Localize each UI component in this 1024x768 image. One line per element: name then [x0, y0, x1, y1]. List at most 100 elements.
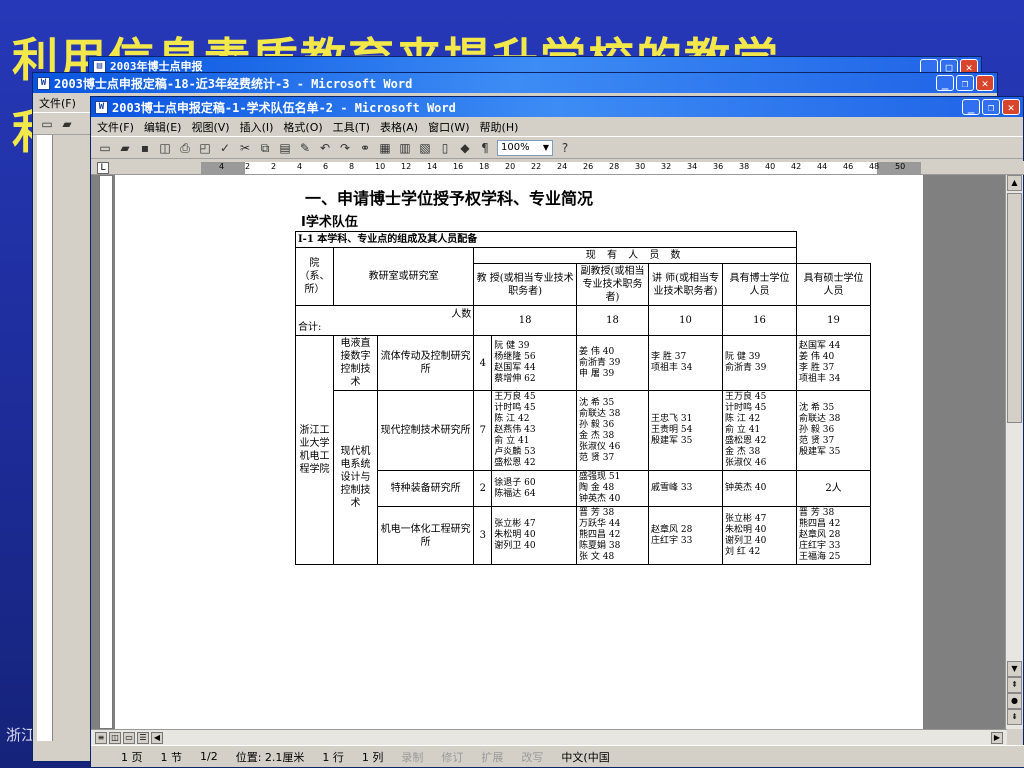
status-rec[interactable]: 录制	[401, 749, 423, 765]
header-master: 具有硕士学位人员	[796, 263, 871, 306]
select-browse-icon[interactable]: ●	[1007, 693, 1022, 709]
excel-icon[interactable]: ▧	[417, 140, 433, 156]
scroll-left-icon[interactable]: ◀	[151, 732, 163, 744]
cut-icon[interactable]: ✂	[237, 140, 253, 156]
phd-names: 王万良 45 计时鸣 45 陈 江 42 俞 立 41 盛松恩 42 金 杰 3…	[722, 390, 797, 471]
prev-page-icon[interactable]: ⇞	[1007, 677, 1022, 693]
word-doc-icon: W	[95, 100, 108, 114]
ruler-tick: 24	[557, 162, 568, 171]
middle-vertical-ruler	[37, 135, 53, 741]
document-page[interactable]: 一、申请博士学位授予权学科、专业简况 Ⅰ学术队伍 Ⅰ-1 本学科、专业点的组成及…	[115, 175, 923, 729]
permission-icon[interactable]: ◫	[157, 140, 173, 156]
total-phd: 16	[722, 305, 797, 336]
window-middle-titlebar[interactable]: W 2003博士点申报定稿-18-近3年经费统计-3 - Microsoft W…	[33, 73, 997, 93]
header-lab: 教研室或研究室	[332, 247, 475, 306]
prof-count: 3	[473, 506, 493, 565]
status-language[interactable]: 中文(中国	[561, 749, 609, 765]
menu-item[interactable]: 格式(O)	[283, 119, 322, 135]
help-icon[interactable]: ?	[557, 140, 573, 156]
columns-icon[interactable]: ▯	[437, 140, 453, 156]
show-hide-icon[interactable]: ¶	[477, 140, 493, 156]
menu-item[interactable]: 插入(I)	[240, 119, 274, 135]
status-bar: 1 页 1 节 1/2 位置: 2.1厘米 1 行 1 列 录制 修订 扩展 改…	[91, 745, 1024, 767]
normal-view-icon[interactable]: ≡	[95, 732, 107, 744]
staff-table[interactable]: Ⅰ-1 本学科、专业点的组成及其人员配备 院（系、所） 教研室或研究室 现 有 …	[294, 231, 871, 565]
document-area[interactable]: 一、申请博士学位授予权学科、专业简况 Ⅰ学术队伍 Ⅰ-1 本学科、专业点的组成及…	[91, 175, 1007, 729]
menu-item[interactable]: 表格(A)	[380, 119, 418, 135]
horizontal-scrollbar[interactable]: ≡ ◫ ▭ ☰ ◀ ▶	[91, 729, 1007, 745]
restore-button[interactable]: ❐	[956, 75, 974, 91]
redo-icon[interactable]: ↷	[337, 140, 353, 156]
table-row: 机电一体化工程研究所 3 张立彬 47 朱松明 40 谢列卫 40 晋 芳 38…	[296, 506, 871, 565]
minimize-button[interactable]: _	[936, 75, 954, 91]
scroll-down-icon[interactable]: ▼	[1007, 661, 1022, 677]
status-ext[interactable]: 扩展	[481, 749, 503, 765]
next-page-icon[interactable]: ⇟	[1007, 709, 1022, 725]
status-trk[interactable]: 修订	[441, 749, 463, 765]
new-doc-icon[interactable]: ▭	[97, 140, 113, 156]
copy-icon[interactable]: ⧉	[257, 140, 273, 156]
ruler-tick: 28	[609, 162, 620, 171]
vertical-scrollbar[interactable]: ▲ ▼ ⇞ ● ⇟	[1005, 175, 1023, 729]
menu-item[interactable]: 窗口(W)	[428, 119, 469, 135]
undo-icon[interactable]: ↶	[317, 140, 333, 156]
table-row: 现代机电系统设计与控制技术 现代控制技术研究所 7 王万良 45 计时鸣 45 …	[296, 390, 871, 565]
vertical-ruler[interactable]	[99, 175, 113, 729]
horizontal-ruler[interactable]: L 4 2 2 4 6 8 10 12 14 16 18 20 22 24 26 28 30 32 34 36 38 40…	[91, 161, 1024, 175]
scroll-up-icon[interactable]: ▲	[1007, 175, 1022, 191]
open-folder-icon[interactable]: ▰	[59, 116, 75, 132]
ruler-tick: 8	[349, 162, 355, 171]
save-icon[interactable]: ▪	[137, 140, 153, 156]
new-doc-icon[interactable]: ▭	[39, 116, 55, 132]
phd-names: 钟英杰 40	[722, 470, 797, 507]
paste-icon[interactable]: ▤	[277, 140, 293, 156]
menu-item[interactable]: 文件(F)	[97, 119, 134, 135]
minimize-button[interactable]: _	[962, 99, 980, 115]
web-view-icon[interactable]: ◫	[109, 732, 121, 744]
ruler-tick: 20	[505, 162, 516, 171]
format-painter-icon[interactable]: ✎	[297, 140, 313, 156]
close-button[interactable]: ✕	[976, 75, 994, 91]
tab-selector[interactable]: L	[97, 162, 109, 174]
ruler-tick: 6	[323, 162, 329, 171]
table-icon[interactable]: ▦	[377, 140, 393, 156]
menu-item[interactable]: 编辑(E)	[144, 119, 182, 135]
header-lecturer: 讲 师(或相当专业技术职务者)	[648, 263, 723, 306]
master-names: 2人	[796, 470, 871, 507]
menu-item[interactable]: 帮助(H)	[480, 119, 519, 135]
lab-cell: 现代控制技术研究所	[376, 390, 475, 471]
lect-names: 李 胜 37 项祖丰 34	[648, 335, 723, 391]
menu-file[interactable]: 文件(F)	[39, 95, 76, 111]
window-front[interactable]: W 2003博士点申报定稿-1-学术队伍名单-2 - Microsoft Wor…	[90, 96, 1024, 768]
drawing-icon[interactable]: ◆	[457, 140, 473, 156]
close-button[interactable]: ✕	[1002, 99, 1020, 115]
status-position: 位置: 2.1厘米	[235, 750, 305, 764]
ruler-tick: 38	[739, 162, 750, 171]
ruler-tick: 4	[219, 162, 225, 171]
restore-button[interactable]: ❐	[982, 99, 1000, 115]
assoc-names: 晋 芳 38 万跃华 44 熊四昌 42 陈夏娟 38 张 文 48	[576, 506, 649, 565]
scroll-right-icon[interactable]: ▶	[991, 732, 1003, 744]
outline-view-icon[interactable]: ☰	[137, 732, 149, 744]
menu-item[interactable]: 视图(V)	[191, 119, 229, 135]
print-preview-icon[interactable]: ◰	[197, 140, 213, 156]
print-view-icon[interactable]: ▭	[123, 732, 135, 744]
total-label: 合计:	[298, 321, 322, 333]
total-lecturer: 10	[648, 305, 723, 336]
hyperlink-icon[interactable]: ⚭	[357, 140, 373, 156]
print-icon[interactable]: ⎙	[177, 140, 193, 156]
scroll-thumb[interactable]	[1007, 193, 1022, 423]
open-folder-icon[interactable]: ▰	[117, 140, 133, 156]
prof-names: 阮 健 39 杨继隆 56 赵国军 44 蔡增伸 62	[491, 335, 577, 391]
spelling-icon[interactable]: ✓	[217, 140, 233, 156]
master-names: 沈 希 35 俞联达 38 孙 毅 36 范 贤 37 殷建军 35	[796, 390, 871, 471]
phd-names: 张立彬 47 朱松明 40 谢列卫 40 刘 红 42	[722, 506, 797, 565]
ruler-tick: 32	[661, 162, 672, 171]
insert-table-icon[interactable]: ▥	[397, 140, 413, 156]
menu-item[interactable]: 工具(T)	[333, 119, 370, 135]
window-front-titlebar[interactable]: W 2003博士点申报定稿-1-学术队伍名单-2 - Microsoft Wor…	[91, 97, 1023, 117]
status-ovr[interactable]: 改写	[521, 749, 543, 765]
ruler-tick: 16	[453, 162, 464, 171]
header-professor: 教 授(或相当专业技术职务者)	[473, 263, 577, 306]
zoom-select[interactable]: 100% ▼	[497, 139, 553, 156]
